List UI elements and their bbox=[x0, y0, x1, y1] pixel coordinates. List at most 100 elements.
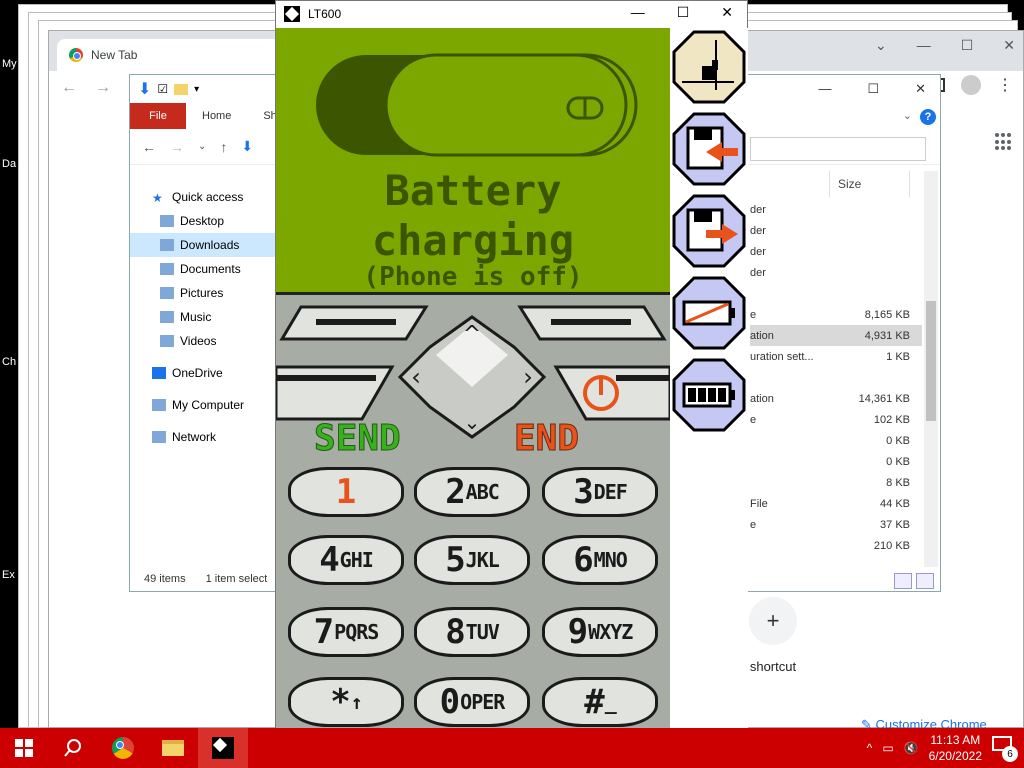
add-shortcut-button[interactable]: + bbox=[749, 597, 797, 645]
load-state-button[interactable] bbox=[672, 112, 746, 186]
qat-dropdown-icon[interactable]: ▾ bbox=[194, 84, 199, 95]
up-arrow-icon[interactable]: ↑ bbox=[220, 139, 227, 155]
file-row[interactable]: ation 14,361 KB bbox=[750, 388, 922, 409]
keypad-key-4[interactable]: 4 GHI bbox=[288, 535, 404, 585]
file-row[interactable]: der bbox=[750, 220, 922, 241]
file-row[interactable]: e 8,165 KB bbox=[750, 304, 922, 325]
keypad-key-9[interactable]: 9 WXYZ bbox=[542, 607, 658, 657]
chrome-tab[interactable]: New Tab bbox=[57, 39, 287, 71]
file-row[interactable]: File 44 KB bbox=[750, 493, 922, 514]
apps-grid-icon[interactable] bbox=[995, 133, 1013, 151]
notifications-button[interactable]: 6 bbox=[992, 736, 1018, 762]
large-icons-view-icon[interactable] bbox=[916, 573, 934, 589]
desktop-icon-label[interactable]: Da bbox=[2, 158, 16, 170]
folder-icon[interactable] bbox=[174, 83, 189, 95]
file-row[interactable]: 0 KB bbox=[750, 430, 922, 451]
power-plug-button[interactable] bbox=[672, 30, 746, 104]
ribbon-file-tab[interactable]: File bbox=[130, 103, 186, 129]
start-button[interactable] bbox=[0, 728, 48, 768]
battery-empty-button[interactable] bbox=[672, 276, 746, 350]
file-row[interactable]: der bbox=[750, 262, 922, 283]
tree-item[interactable]: Videos bbox=[130, 329, 275, 353]
forward-arrow-icon[interactable]: → bbox=[170, 139, 184, 155]
file-name: e bbox=[750, 413, 757, 426]
properties-icon[interactable]: ☑ bbox=[157, 82, 168, 96]
keypad-key-7[interactable]: 7 PQRS bbox=[288, 607, 404, 657]
search-button[interactable] bbox=[48, 728, 98, 768]
help-icon[interactable]: ? bbox=[920, 109, 936, 125]
scrollbar-thumb[interactable] bbox=[926, 301, 936, 421]
taskbar-lt600[interactable] bbox=[198, 728, 248, 768]
vertical-scrollbar[interactable] bbox=[924, 171, 938, 567]
desktop-icon-label[interactable]: Ch bbox=[2, 356, 16, 368]
ribbon-home-tab[interactable]: Home bbox=[186, 110, 247, 122]
tree-item[interactable]: Pictures bbox=[130, 281, 275, 305]
file-row[interactable]: der bbox=[750, 199, 922, 220]
file-row[interactable]: uration sett... 1 KB bbox=[750, 346, 922, 367]
file-row[interactable]: ation 4,931 KB bbox=[750, 325, 922, 346]
file-row[interactable] bbox=[750, 283, 922, 304]
chevron-down-icon[interactable]: ⌄ bbox=[875, 37, 887, 54]
more-menu-icon[interactable]: ⋮ bbox=[997, 75, 1013, 95]
close-button[interactable]: ✕ bbox=[915, 81, 926, 97]
file-row[interactable]: 0 KB bbox=[750, 451, 922, 472]
name-column-header[interactable] bbox=[750, 171, 830, 197]
keypad-key-5[interactable]: 5 JKL bbox=[414, 535, 530, 585]
keypad-key-star[interactable]: * ↑ bbox=[288, 677, 404, 727]
end-button[interactable]: END bbox=[513, 418, 579, 460]
recent-locations-icon[interactable]: ⌄ bbox=[198, 141, 206, 152]
minimize-button[interactable]: — bbox=[631, 4, 645, 21]
tree-item[interactable]: My Computer bbox=[130, 393, 275, 417]
minimize-button[interactable]: — bbox=[917, 37, 931, 54]
forward-arrow-icon[interactable]: → bbox=[95, 79, 111, 97]
tree-item[interactable]: Downloads bbox=[130, 233, 275, 257]
minimize-button[interactable]: — bbox=[818, 81, 831, 97]
tree-item[interactable]: ★ Quick access bbox=[130, 185, 275, 209]
search-input[interactable] bbox=[750, 137, 926, 161]
back-arrow-icon[interactable]: ← bbox=[61, 79, 77, 97]
details-view-icon[interactable] bbox=[894, 573, 912, 589]
file-row[interactable] bbox=[750, 367, 922, 388]
taskbar-chrome[interactable] bbox=[98, 728, 148, 768]
battery-full-button[interactable] bbox=[672, 358, 746, 432]
keypad-key-2[interactable]: 2 ABC bbox=[414, 467, 530, 517]
maximize-button[interactable]: ☐ bbox=[867, 81, 879, 97]
file-row[interactable]: e 37 KB bbox=[750, 514, 922, 535]
maximize-button[interactable]: ☐ bbox=[961, 37, 974, 54]
profile-avatar-icon[interactable] bbox=[961, 75, 981, 95]
taskbar-file-explorer[interactable] bbox=[148, 728, 198, 768]
save-state-button[interactable] bbox=[672, 194, 746, 268]
tree-item[interactable]: OneDrive bbox=[130, 361, 275, 385]
keypad-key-8[interactable]: 8 TUV bbox=[414, 607, 530, 657]
maximize-button[interactable]: ☐ bbox=[677, 4, 690, 21]
list-column-headers: Size bbox=[750, 171, 922, 197]
chevron-up-icon[interactable]: ^ bbox=[867, 741, 873, 755]
close-button[interactable]: ✕ bbox=[721, 4, 733, 21]
tree-item[interactable]: Network bbox=[130, 425, 275, 449]
tree-item[interactable]: Desktop bbox=[130, 209, 275, 233]
network-icon[interactable]: ▭ bbox=[882, 741, 893, 755]
keypad-key-3[interactable]: 3 DEF bbox=[542, 467, 658, 517]
keypad-key-hash[interactable]: # _ bbox=[542, 677, 658, 727]
keypad-key-0[interactable]: 0 OPER bbox=[414, 677, 530, 727]
file-row[interactable]: 210 KB bbox=[750, 535, 922, 556]
keypad-key-6[interactable]: 6 MNO bbox=[542, 535, 658, 585]
back-arrow-icon[interactable]: ← bbox=[142, 139, 156, 155]
size-column-header[interactable]: Size bbox=[830, 171, 910, 197]
tree-item[interactable]: Music bbox=[130, 305, 275, 329]
send-button[interactable]: SEND bbox=[314, 418, 402, 460]
key-digit: 3 bbox=[573, 472, 594, 512]
file-row[interactable]: 8 KB bbox=[750, 472, 922, 493]
file-row[interactable]: e 102 KB bbox=[750, 409, 922, 430]
volume-muted-icon[interactable]: 🔇 bbox=[904, 741, 919, 755]
desktop-icon-label[interactable]: Ex bbox=[2, 569, 15, 581]
clock[interactable]: 11:13 AM 6/20/2022 bbox=[929, 732, 982, 764]
close-button[interactable]: ✕ bbox=[1003, 37, 1015, 54]
file-row[interactable]: der bbox=[750, 241, 922, 262]
tree-item[interactable]: Documents bbox=[130, 257, 275, 281]
keypad-key-1[interactable]: 1 bbox=[288, 467, 404, 517]
desktop-icon-label[interactable]: My bbox=[2, 58, 17, 70]
ribbon-expand-icon[interactable]: ⌄ bbox=[903, 109, 912, 122]
key-digit: 2 bbox=[445, 472, 466, 512]
explorer-window-controls: — ☐ ✕ bbox=[818, 81, 926, 97]
